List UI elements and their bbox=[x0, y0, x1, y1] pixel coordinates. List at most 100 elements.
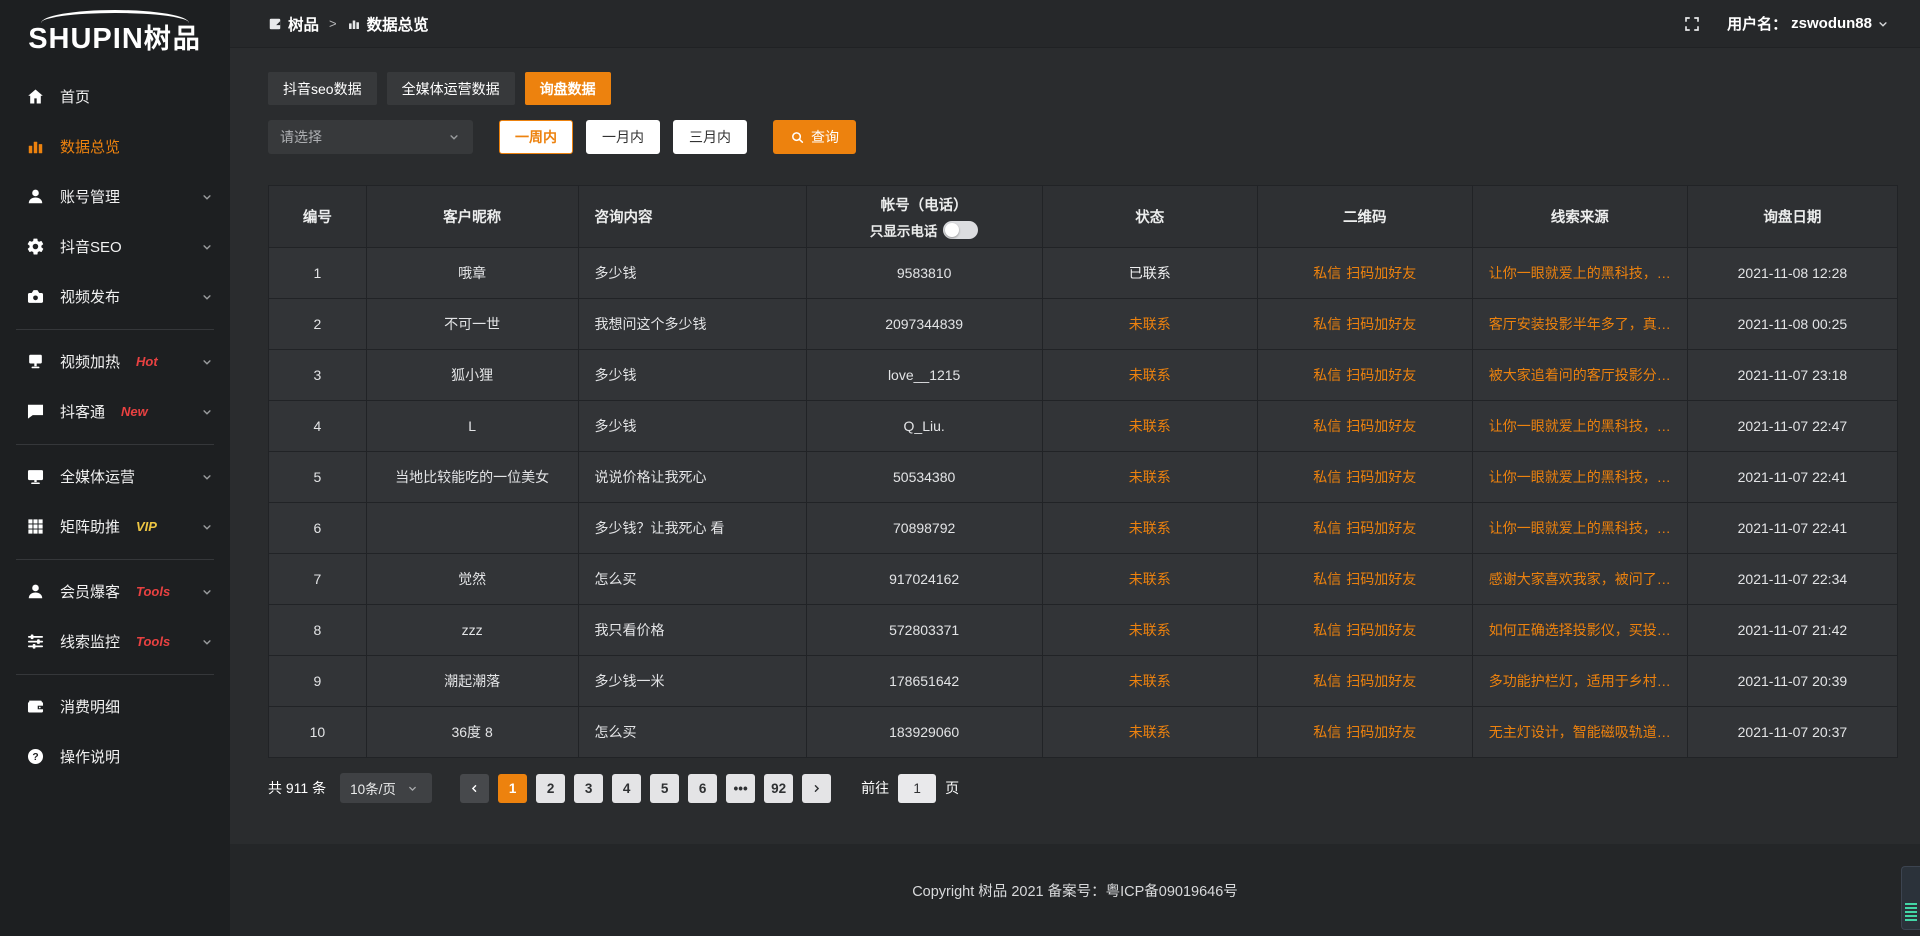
page-button-6[interactable]: 6 bbox=[688, 774, 717, 803]
private-message-link[interactable]: 私信 bbox=[1313, 265, 1341, 281]
badge-new: New bbox=[121, 404, 148, 419]
prev-page-button[interactable] bbox=[460, 774, 489, 803]
tab-omnimedia-data[interactable]: 全媒体运营数据 bbox=[387, 72, 515, 105]
cell-qrcode: 私信扫码加好友 bbox=[1257, 554, 1472, 605]
cell-content: 多少钱一米 bbox=[578, 656, 806, 707]
app-square-icon bbox=[268, 17, 282, 31]
sidebar-item-operation-guide[interactable]: ?操作说明 bbox=[0, 732, 230, 782]
range-button-2[interactable]: 三月内 bbox=[673, 120, 747, 154]
cell-source-link[interactable]: 让你一眼就爱上的黑科技，能... bbox=[1472, 248, 1687, 299]
cell-status: 未联系 bbox=[1042, 656, 1257, 707]
filter-select-placeholder: 请选择 bbox=[280, 127, 322, 147]
cell-source-link[interactable]: 让你一眼就爱上的黑科技，能... bbox=[1472, 401, 1687, 452]
user-menu[interactable]: 用户名：zswodun88 bbox=[1727, 13, 1890, 34]
sidebar-item-label: 会员爆客 bbox=[60, 581, 120, 602]
cell-source-link[interactable]: 多功能护栏灯，适用于乡村文... bbox=[1472, 656, 1687, 707]
query-button[interactable]: 查询 bbox=[773, 120, 856, 154]
cell-id: 1 bbox=[269, 248, 367, 299]
sidebar-item-label: 消费明细 bbox=[60, 696, 120, 717]
scan-add-friend-link[interactable]: 扫码加好友 bbox=[1346, 265, 1416, 281]
sidebar-item-label: 抖音SEO bbox=[60, 236, 122, 257]
chevron-down-icon bbox=[447, 130, 461, 144]
page-button-3[interactable]: 3 bbox=[574, 774, 603, 803]
scan-add-friend-link[interactable]: 扫码加好友 bbox=[1346, 367, 1416, 383]
sidebar-item-video-heating[interactable]: 视频加热Hot bbox=[0, 337, 230, 387]
tab-inquiry-data[interactable]: 询盘数据 bbox=[525, 72, 611, 105]
scan-add-friend-link[interactable]: 扫码加好友 bbox=[1346, 520, 1416, 536]
sidebar-divider bbox=[16, 444, 214, 445]
private-message-link[interactable]: 私信 bbox=[1313, 469, 1341, 485]
scan-add-friend-link[interactable]: 扫码加好友 bbox=[1346, 571, 1416, 587]
page-size-select[interactable]: 10条/页 bbox=[340, 773, 432, 803]
cell-status: 未联系 bbox=[1042, 401, 1257, 452]
table-body: 1哦章多少钱9583810已联系私信扫码加好友让你一眼就爱上的黑科技，能...2… bbox=[269, 248, 1898, 758]
cell-date: 2021-11-07 20:39 bbox=[1687, 656, 1897, 707]
sidebar-item-label: 视频发布 bbox=[60, 286, 120, 307]
sidebar-item-data-overview[interactable]: 数据总览 bbox=[0, 122, 230, 172]
private-message-link[interactable]: 私信 bbox=[1313, 367, 1341, 383]
cell-source-link[interactable]: 无主灯设计，智能磁吸轨道灯... bbox=[1472, 707, 1687, 758]
cell-status: 未联系 bbox=[1042, 503, 1257, 554]
table-row: 8zzz我只看价格572803371未联系私信扫码加好友如何正确选择投影仪，买投… bbox=[269, 605, 1898, 656]
cell-source-link[interactable]: 被大家追着问的客厅投影分享... bbox=[1472, 350, 1687, 401]
cell-source-link[interactable]: 客厅安装投影半年多了，真实... bbox=[1472, 299, 1687, 350]
private-message-link[interactable]: 私信 bbox=[1313, 673, 1341, 689]
page-button-92[interactable]: 92 bbox=[764, 774, 793, 803]
chevron-down-icon bbox=[200, 635, 214, 649]
sidebar-item-douyin-seo[interactable]: 抖音SEO bbox=[0, 222, 230, 272]
sidebar-item-omnimedia-operation[interactable]: 全媒体运营 bbox=[0, 452, 230, 502]
phone-only-toggle[interactable] bbox=[943, 221, 978, 239]
sidebar-item-lead-monitoring[interactable]: 线索监控Tools bbox=[0, 617, 230, 667]
private-message-link[interactable]: 私信 bbox=[1313, 418, 1341, 434]
sidebar-item-home[interactable]: 首页 bbox=[0, 72, 230, 122]
scan-add-friend-link[interactable]: 扫码加好友 bbox=[1346, 673, 1416, 689]
sidebar-item-consumption-detail[interactable]: 消费明细 bbox=[0, 682, 230, 732]
floating-widget[interactable] bbox=[1901, 866, 1920, 930]
table-row: 6多少钱？让我死心 看70898792未联系私信扫码加好友让你一眼就爱上的黑科技… bbox=[269, 503, 1898, 554]
sidebar-item-account-management[interactable]: 账号管理 bbox=[0, 172, 230, 222]
page-button-2[interactable]: 2 bbox=[536, 774, 565, 803]
cell-qrcode: 私信扫码加好友 bbox=[1257, 656, 1472, 707]
range-button-0[interactable]: 一周内 bbox=[499, 120, 573, 154]
scan-add-friend-link[interactable]: 扫码加好友 bbox=[1346, 418, 1416, 434]
sidebar-item-matrix-boost[interactable]: 矩阵助推VIP bbox=[0, 502, 230, 552]
range-button-1[interactable]: 一月内 bbox=[586, 120, 660, 154]
private-message-link[interactable]: 私信 bbox=[1313, 724, 1341, 740]
cell-nickname: 觉然 bbox=[366, 554, 578, 605]
scan-add-friend-link[interactable]: 扫码加好友 bbox=[1346, 622, 1416, 638]
private-message-link[interactable]: 私信 bbox=[1313, 571, 1341, 587]
page-ellipsis-button[interactable]: ••• bbox=[726, 774, 755, 803]
goto-page-input[interactable] bbox=[898, 774, 936, 803]
cell-source-link[interactable]: 感谢大家喜欢我家，被问了好... bbox=[1472, 554, 1687, 605]
page-size-value: 10条/页 bbox=[350, 778, 396, 798]
page-button-1[interactable]: 1 bbox=[498, 774, 527, 803]
tab-douyin-seo-data[interactable]: 抖音seo数据 bbox=[268, 72, 377, 105]
cell-source-link[interactable]: 让你一眼就爱上的黑科技，能... bbox=[1472, 452, 1687, 503]
page-button-4[interactable]: 4 bbox=[612, 774, 641, 803]
scan-add-friend-link[interactable]: 扫码加好友 bbox=[1346, 724, 1416, 740]
cell-status: 未联系 bbox=[1042, 299, 1257, 350]
sidebar-item-video-publish[interactable]: 视频发布 bbox=[0, 272, 230, 322]
private-message-link[interactable]: 私信 bbox=[1313, 316, 1341, 332]
cell-source-link[interactable]: 如何正确选择投影仪，买投影... bbox=[1472, 605, 1687, 656]
next-page-button[interactable] bbox=[802, 774, 831, 803]
topbar-right: 用户名：zswodun88 bbox=[1683, 13, 1890, 34]
private-message-link[interactable]: 私信 bbox=[1313, 520, 1341, 536]
monitor-icon bbox=[26, 467, 45, 486]
scan-add-friend-link[interactable]: 扫码加好友 bbox=[1346, 316, 1416, 332]
topbar: 树品 > 数据总览 用户名：zswodun88 bbox=[230, 0, 1920, 48]
scan-add-friend-link[interactable]: 扫码加好友 bbox=[1346, 469, 1416, 485]
page-button-5[interactable]: 5 bbox=[650, 774, 679, 803]
sliders-icon bbox=[26, 632, 45, 651]
cell-source-link[interactable]: 让你一眼就爱上的黑科技，能... bbox=[1472, 503, 1687, 554]
private-message-link[interactable]: 私信 bbox=[1313, 622, 1341, 638]
filter-select[interactable]: 请选择 bbox=[268, 120, 473, 154]
fullscreen-icon[interactable] bbox=[1683, 15, 1701, 33]
breadcrumb-current[interactable]: 数据总览 bbox=[347, 13, 429, 35]
sidebar-item-member-baoke[interactable]: 会员爆客Tools bbox=[0, 567, 230, 617]
col-id: 编号 bbox=[269, 186, 367, 248]
cell-nickname: 哦章 bbox=[366, 248, 578, 299]
breadcrumb-root[interactable]: 树品 bbox=[268, 13, 319, 35]
col-qrcode: 二维码 bbox=[1257, 186, 1472, 248]
sidebar-item-douketong[interactable]: 抖客通New bbox=[0, 387, 230, 437]
